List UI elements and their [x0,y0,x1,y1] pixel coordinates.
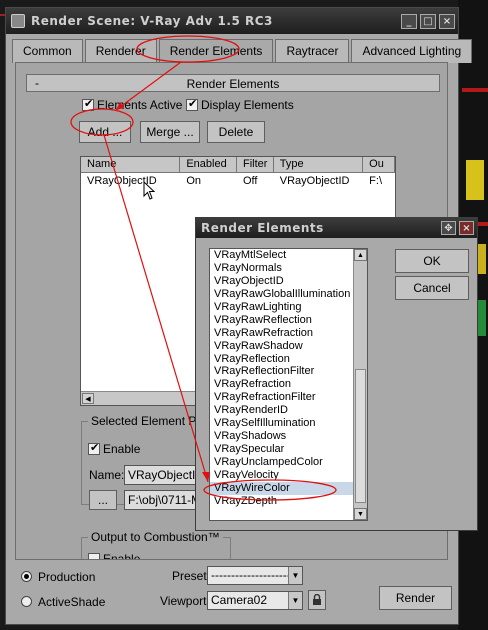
scroll-left-icon[interactable]: ◀ [82,393,94,404]
scroll-thumb[interactable] [355,369,366,503]
title-bar[interactable]: Render Scene: V-Ray Adv 1.5 RC3 _ □ × [6,8,458,34]
column-enabled[interactable]: Enabled [180,157,237,172]
viewport-value: Camera02 [211,593,268,607]
list-item[interactable]: VRayRawRefraction [210,327,367,340]
tab-common[interactable]: Common [12,39,83,63]
list-item[interactable]: VRayReflection [210,353,367,366]
list-item[interactable]: VRayRawShadow [210,340,367,353]
display-elements-label: Display Elements [201,97,294,112]
list-item[interactable]: VRayShadows [210,430,367,443]
chevron-down-icon[interactable]: ▼ [288,592,302,609]
preset-value: -------------------- [211,568,291,582]
list-item[interactable]: VRayRawReflection [210,314,367,327]
column-type[interactable]: Type [274,157,364,172]
list-item[interactable]: VRayRefractionFilter [210,391,367,404]
list-item[interactable]: VRayZDepth [210,495,367,508]
tab-render-elements[interactable]: Render Elements [158,39,274,63]
production-label: Production [38,569,96,584]
list-row[interactable]: VRayObjectID On Off VRayObjectID F:\ [81,173,395,189]
activeshade-radio[interactable] [21,596,32,608]
dialog-title-bar[interactable]: Render Elements ✥ × [196,218,477,238]
production-option[interactable]: Production [21,569,95,584]
mouse-cursor-icon [143,181,156,200]
tab-advanced-lighting[interactable]: Advanced Lighting [351,39,473,63]
render-elements-dialog: Render Elements ✥ × VRayMtlSelect VRayNor… [195,217,478,531]
scroll-up-icon[interactable]: ▲ [354,249,367,261]
dialog-title: Render Elements [201,221,324,235]
list-header: Name Enabled Filter Type Ou [81,157,395,173]
vertical-scrollbar[interactable]: ▲ ▼ [353,249,367,520]
rollout-title: Render Elements [186,77,280,91]
combustion-enable-option[interactable]: Enable [88,551,141,560]
group-title: Output to Combustion™ [88,530,223,544]
elements-active-label: Elements Active [97,97,183,112]
column-output[interactable]: Ou [363,157,395,172]
list-item[interactable]: VRaySelfIllumination [210,417,367,430]
lock-icon[interactable] [308,590,326,610]
maximize-button[interactable]: □ [420,13,436,29]
elements-active-option[interactable]: Elements Active [82,97,182,112]
close-button[interactable]: × [459,221,474,235]
list-item[interactable]: VRayReflectionFilter [210,365,367,378]
display-elements-option[interactable]: Display Elements [186,97,294,112]
merge-button[interactable]: Merge ... [140,121,200,143]
render-elements-rollout[interactable]: - Render Elements [26,74,440,92]
list-item[interactable]: VRayObjectID [210,275,367,288]
element-enable-label: Enable [103,441,141,456]
column-filter[interactable]: Filter [237,157,274,172]
list-item[interactable]: VRayVelocity [210,469,367,482]
browse-button[interactable]: ... [89,490,117,510]
display-elements-checkbox[interactable] [186,97,198,111]
activeshade-option[interactable]: ActiveShade [21,594,105,609]
row-output: F:\ [369,175,383,187]
move-icon[interactable]: ✥ [441,221,456,235]
row-name: VRayObjectID [87,175,157,187]
list-item[interactable]: VRayNormals [210,262,367,275]
list-item[interactable]: VRayRawLighting [210,301,367,314]
name-label: Name: [89,468,125,482]
minimize-button[interactable]: _ [401,13,417,29]
viewport-dropdown[interactable]: Camera02 ▼ [207,591,303,610]
window-title: Render Scene: V-Ray Adv 1.5 RC3 [31,14,273,28]
preset-dropdown[interactable]: -------------------- ▼ [207,566,303,585]
list-item[interactable]: VRayMtlSelect [210,249,367,262]
tab-bar: Common Renderer Render Elements Raytrace… [12,39,474,63]
list-item[interactable]: VRayRefraction [210,378,367,391]
element-type-list[interactable]: VRayMtlSelect VRayNormals VRayObjectID VRay… [209,248,368,521]
tab-renderer[interactable]: Renderer [84,39,157,63]
tab-raytracer[interactable]: Raytracer [275,39,350,63]
chevron-down-icon[interactable]: ▼ [288,567,302,584]
activeshade-label: ActiveShade [38,594,106,609]
combustion-output-group: Output to Combustion™ Enable [81,530,231,560]
list-item[interactable]: VRayRawGlobalIllumination [210,288,367,301]
render-button[interactable]: Render [379,586,452,610]
delete-button[interactable]: Delete [207,121,265,143]
close-button[interactable]: × [439,13,455,29]
row-type: VRayObjectID [279,175,350,187]
production-radio[interactable] [21,571,32,583]
column-name[interactable]: Name [81,157,181,172]
element-enable-checkbox[interactable] [88,441,100,455]
ok-button[interactable]: OK [395,249,469,273]
list-item[interactable]: VRayRenderID [210,404,367,417]
background-decoration [462,88,488,92]
row-enabled: On [186,175,202,187]
element-enable-option[interactable]: Enable [88,441,140,456]
combustion-enable-label: Enable [103,551,141,560]
preset-label: Preset: [172,569,211,583]
row-filter: Off [242,175,258,187]
list-item[interactable]: VRayWireColor [210,481,367,495]
add-button[interactable]: Add ... [79,121,131,143]
scroll-down-icon[interactable]: ▼ [354,508,367,520]
viewport-label: Viewport: [160,594,210,608]
cancel-button[interactable]: Cancel [395,276,469,300]
app-icon [11,14,25,28]
list-item[interactable]: VRayUnclampedColor [210,456,367,469]
background-decoration [466,160,484,200]
list-item[interactable]: VRaySpecular [210,443,367,456]
elements-active-checkbox[interactable] [82,97,94,111]
combustion-enable-checkbox[interactable] [88,552,100,559]
